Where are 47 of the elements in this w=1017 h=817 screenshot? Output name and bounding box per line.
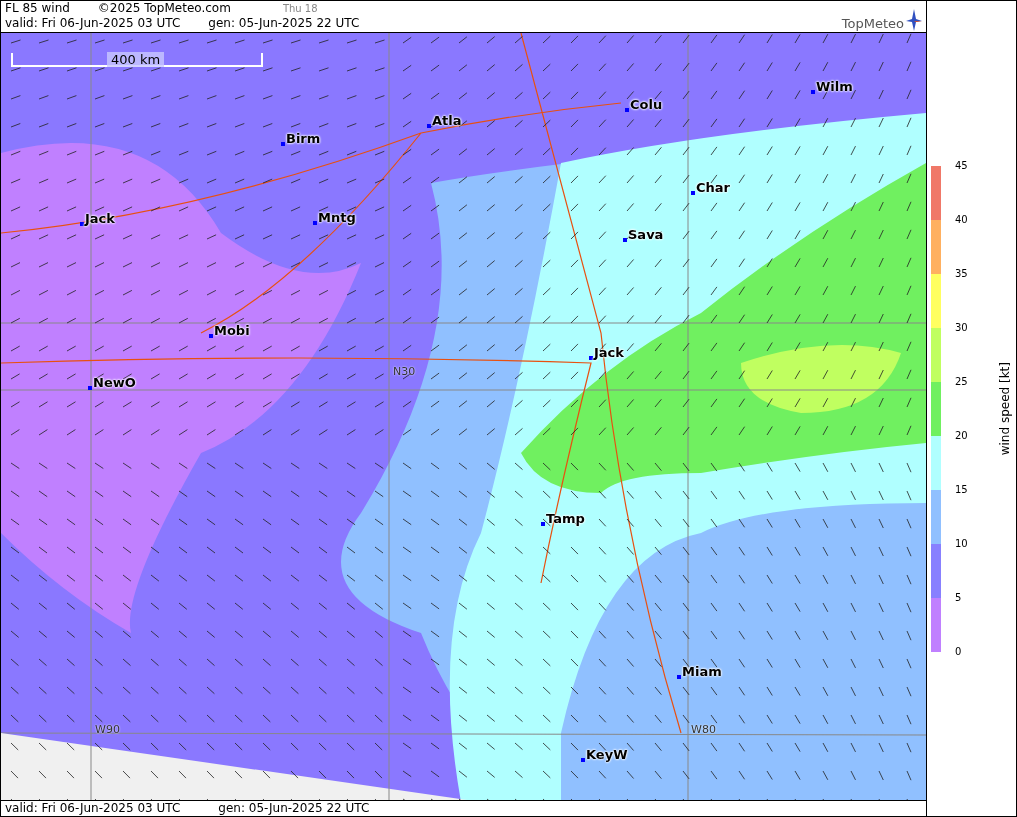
city-label: Sava xyxy=(628,226,664,242)
legend-tick-label: 5 xyxy=(954,592,963,603)
city-marker xyxy=(677,674,681,679)
valid-time: valid: Fri 06-Jun-2025 03 UTC xyxy=(5,801,181,816)
legend-tick-label: 20 xyxy=(954,430,968,441)
city-label: Wilm xyxy=(816,78,853,94)
legend-tick-label: 40 xyxy=(954,214,968,225)
city-label: Atla xyxy=(432,112,462,128)
city-marker xyxy=(209,333,213,338)
city-marker xyxy=(623,237,627,242)
city-marker xyxy=(541,521,545,526)
city-label: Miam xyxy=(682,663,722,679)
city-label: Colu xyxy=(630,96,663,112)
legend-tick-label: 15 xyxy=(954,484,968,495)
generated-time: gen: 05-Jun-2025 22 UTC xyxy=(208,16,360,30)
legend-tick-label: 35 xyxy=(954,268,968,279)
compass-star-icon xyxy=(906,8,922,31)
city-label: KeyW xyxy=(586,746,628,762)
legend-tick-label: 0 xyxy=(954,646,963,657)
grid-label: W90 xyxy=(95,722,120,736)
city-marker xyxy=(427,123,431,128)
logo-text: TopMeteo xyxy=(841,15,904,31)
legend-tick-label: 10 xyxy=(954,538,968,549)
city-marker xyxy=(581,757,585,762)
city-marker xyxy=(88,385,92,390)
city-marker xyxy=(80,221,84,226)
copyright-text: ©2025 TopMeteo.com xyxy=(97,1,231,15)
city-label: NewO xyxy=(93,374,136,390)
grid-label: N30 xyxy=(393,364,416,378)
city-marker xyxy=(691,190,695,195)
generated-time: gen: 05-Jun-2025 22 UTC xyxy=(218,801,370,816)
legend-title: wind speed [kt] xyxy=(997,361,1012,456)
city-marker xyxy=(313,220,317,225)
city-label: Birm xyxy=(286,130,321,146)
city-marker xyxy=(281,141,285,146)
legend-tick-label: 30 xyxy=(954,322,968,333)
city-marker xyxy=(589,355,593,360)
grid-label: W80 xyxy=(691,722,716,736)
legend-tick-label: 45 xyxy=(954,160,968,171)
city-label: Char xyxy=(696,179,730,195)
legend-tick-label: 25 xyxy=(954,376,968,387)
city-label: Mobi xyxy=(214,322,250,338)
city-marker xyxy=(811,89,815,94)
city-marker xyxy=(625,107,629,112)
map-title: FL 85 wind xyxy=(5,1,70,15)
valid-time: valid: Fri 06-Jun-2025 03 UTC xyxy=(5,16,181,30)
time-step-label: Thu 18 xyxy=(282,3,318,14)
